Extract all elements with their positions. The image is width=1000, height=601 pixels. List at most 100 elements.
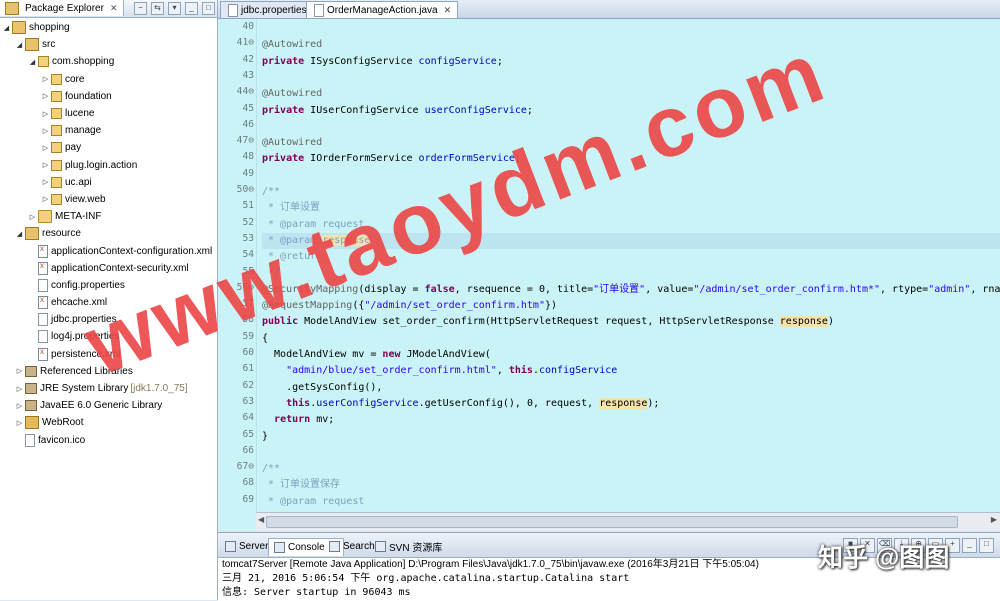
tree-item[interactable]: ◢ shopping xyxy=(0,19,217,36)
tree-item[interactable]: ehcache.xml xyxy=(0,294,217,311)
collapsed-triangle-icon[interactable]: ▷ xyxy=(41,161,50,169)
tree-item[interactable]: log4j.properties xyxy=(0,328,217,345)
tree-item[interactable]: ▷ WebRoot xyxy=(0,414,217,431)
tree-item[interactable]: ▷ uc.api xyxy=(0,174,217,191)
collapsed-triangle-icon[interactable]: ▷ xyxy=(28,213,37,221)
line-number: 45 xyxy=(242,102,254,114)
open-console-icon[interactable]: + xyxy=(945,538,960,553)
pin-console-icon[interactable]: ⊕ xyxy=(911,538,926,553)
line-number: 64 xyxy=(242,412,254,424)
editor-tabbar: jdbc.properties OrderManageAction.java ✕ xyxy=(218,0,1000,19)
code-line: * @return xyxy=(262,249,322,265)
expanded-triangle-icon[interactable]: ◢ xyxy=(15,230,24,238)
tree-item[interactable]: ▷ pay xyxy=(0,139,217,156)
file-icon xyxy=(25,433,35,447)
tree-item[interactable]: ◢ src xyxy=(0,36,217,53)
tree-item[interactable]: ▷ plug.login.action xyxy=(0,157,217,174)
collapsed-triangle-icon[interactable]: ▷ xyxy=(41,75,50,83)
clear-console-icon[interactable]: ⌫ xyxy=(877,538,892,553)
editor-horizontal-scrollbar[interactable]: ◀ ▶ xyxy=(256,512,1000,530)
expanded-triangle-icon[interactable]: ◢ xyxy=(2,24,11,32)
tab-order-manage-action[interactable]: OrderManageAction.java ✕ xyxy=(306,1,459,18)
code-area[interactable]: @Autowired private ISysConfigService conf… xyxy=(262,19,1000,512)
tree-item[interactable]: ◢ com.shopping xyxy=(0,53,217,70)
tab-console-label: Console xyxy=(288,542,325,553)
tree-item[interactable]: ▷ core xyxy=(0,71,217,88)
tree-item[interactable]: persistence.xml xyxy=(0,346,217,363)
tab-jdbc-properties[interactable]: jdbc.properties xyxy=(220,1,314,18)
tree-item[interactable]: ▷ META-INF xyxy=(0,208,217,225)
line-number: 66 xyxy=(242,444,254,456)
scroll-lock-icon[interactable]: ⇣ xyxy=(894,538,909,553)
code-token: response xyxy=(779,316,828,328)
line-number: 59 xyxy=(242,330,254,342)
code-token: public xyxy=(262,316,305,328)
display-console-icon[interactable]: ▭ xyxy=(928,538,943,553)
line-number: 53 xyxy=(242,232,254,244)
collapsed-triangle-icon[interactable]: ▷ xyxy=(15,402,24,410)
collapsed-triangle-icon[interactable]: ▷ xyxy=(41,178,50,186)
collapsed-triangle-icon[interactable]: ▷ xyxy=(41,195,50,203)
code-token: IOrderFormService xyxy=(310,153,419,165)
minimize-icon[interactable]: _ xyxy=(185,2,198,15)
terminate-icon[interactable]: ■ xyxy=(843,538,858,553)
tree-item[interactable]: ▷ lucene xyxy=(0,105,217,122)
tab-package-explorer[interactable]: Package Explorer ✕ xyxy=(0,0,125,16)
line-number: 61 xyxy=(242,363,254,375)
code-token: private xyxy=(262,55,311,67)
library-icon xyxy=(25,365,37,377)
package-icon xyxy=(38,56,49,68)
collapsed-triangle-icon[interactable]: ▷ xyxy=(15,419,24,427)
maximize-icon[interactable]: □ xyxy=(202,2,215,15)
close-icon[interactable]: ✕ xyxy=(110,3,118,14)
code-token: /** xyxy=(262,463,281,475)
remove-launch-icon[interactable]: ✕ xyxy=(860,538,875,553)
code-token: private xyxy=(262,104,311,116)
code-token: new xyxy=(382,349,407,360)
scroll-right-icon[interactable]: ▶ xyxy=(991,515,997,524)
tree-item-label: core xyxy=(65,73,85,85)
console-launch-info: tomcat7Server [Remote Java Application] … xyxy=(222,559,759,570)
package-icon xyxy=(51,108,62,120)
tree-item[interactable]: favicon.ico xyxy=(0,432,217,449)
collapsed-triangle-icon[interactable]: ▷ xyxy=(41,144,50,152)
tree-item-label: lucene xyxy=(65,108,95,120)
collapsed-triangle-icon[interactable]: ▷ xyxy=(15,385,24,393)
xml-file-icon xyxy=(38,295,48,310)
code-token: { xyxy=(262,332,269,344)
collapsed-triangle-icon[interactable]: ▷ xyxy=(41,127,50,135)
expanded-triangle-icon[interactable]: ◢ xyxy=(28,58,37,66)
tree-item[interactable]: ◢ resource xyxy=(0,225,217,242)
tree-item[interactable]: ▷ view.web xyxy=(0,191,217,208)
tree-item-label: plug.login.action xyxy=(65,159,138,171)
tree-item[interactable]: ▷ JavaEE 6.0 Generic Library xyxy=(0,397,217,414)
code-token: "/admin/set_order_confirm.htm*" xyxy=(693,283,881,295)
collapsed-triangle-icon[interactable]: ▷ xyxy=(41,110,50,118)
tree-item[interactable]: config.properties xyxy=(0,277,217,294)
maximize-icon[interactable]: □ xyxy=(979,538,994,553)
tree-item[interactable]: ▷ manage xyxy=(0,122,217,139)
collapsed-triangle-icon[interactable]: ▷ xyxy=(41,92,50,100)
tree-item[interactable]: ▷ Referenced Libraries xyxy=(0,363,217,380)
tree-item[interactable]: applicationContext-configuration.xml xyxy=(0,242,217,259)
close-icon[interactable]: ✕ xyxy=(444,5,452,16)
tab-svn-repositories[interactable]: SVN 资源库 xyxy=(370,538,447,555)
code-token: * @return xyxy=(262,251,323,263)
tree-item[interactable]: ▷ JRE System Library [jdk1.7.0_75] xyxy=(0,380,217,397)
collapse-all-icon[interactable]: − xyxy=(134,2,147,15)
tree-item[interactable]: applicationContext-security.xml xyxy=(0,260,217,277)
code-token: orderFormService xyxy=(418,153,515,165)
tree-item[interactable]: jdbc.properties xyxy=(0,311,217,328)
view-menu-icon[interactable]: ▾ xyxy=(168,2,181,15)
eclipse-workbench: Package Explorer ✕ − ⇆ ▾ _ □ ◢ shopping ◢ s… xyxy=(0,0,1000,601)
link-with-editor-icon[interactable]: ⇆ xyxy=(151,2,164,15)
line-number: 58 xyxy=(242,314,254,326)
tree-item[interactable]: ▷ foundation xyxy=(0,88,217,105)
scrollbar-thumb[interactable] xyxy=(266,516,958,528)
scroll-left-icon[interactable]: ◀ xyxy=(258,515,264,524)
minimize-icon[interactable]: _ xyxy=(962,538,977,553)
tree-item-label: shopping xyxy=(29,22,70,34)
collapsed-triangle-icon[interactable]: ▷ xyxy=(15,367,24,375)
expanded-triangle-icon[interactable]: ◢ xyxy=(15,41,24,49)
code-line: * @param request xyxy=(262,494,364,510)
